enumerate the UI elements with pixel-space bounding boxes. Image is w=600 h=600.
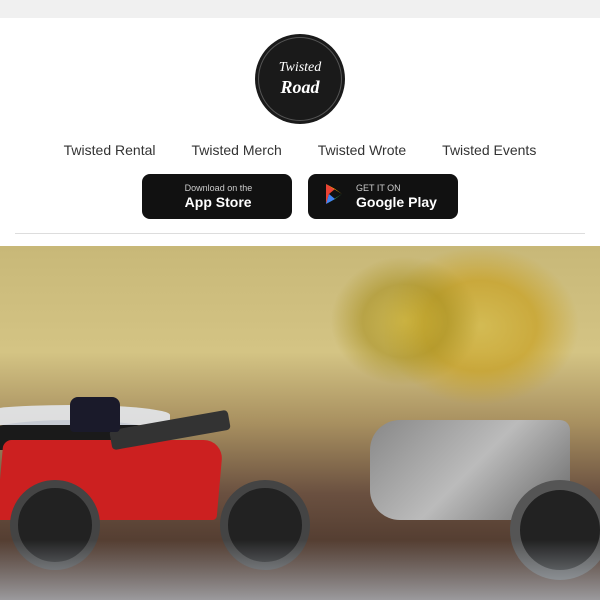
- nav-twisted-rental[interactable]: Twisted Rental: [64, 142, 156, 158]
- page-container: Twisted Road Twisted Rental Twisted Merc…: [0, 0, 600, 600]
- logo-line1: Twisted: [279, 60, 322, 77]
- app-store-text: Download on the App Store: [185, 183, 253, 211]
- google-play-small-label: GET IT ON: [356, 183, 437, 194]
- logo[interactable]: Twisted Road: [255, 34, 345, 124]
- google-play-big-label: Google Play: [356, 194, 437, 211]
- top-bar: [0, 0, 600, 18]
- glove: [70, 397, 120, 432]
- app-store-small-label: Download on the: [185, 183, 253, 194]
- app-store-big-label: App Store: [185, 194, 253, 211]
- logo-line2: Road: [279, 77, 322, 99]
- nav-twisted-merch[interactable]: Twisted Merch: [191, 142, 281, 158]
- hero-image: [0, 246, 600, 600]
- header: Twisted Road Twisted Rental Twisted Merc…: [0, 18, 600, 246]
- app-buttons:  Download on the App Store: [142, 174, 458, 219]
- logo-text: Twisted Road: [279, 60, 322, 98]
- snow-overlay: [0, 540, 600, 600]
- nav-twisted-events[interactable]: Twisted Events: [442, 142, 536, 158]
- google-play-icon: [322, 182, 346, 211]
- navigation: Twisted Rental Twisted Merch Twisted Wro…: [64, 142, 537, 158]
- google-play-text: GET IT ON Google Play: [356, 183, 437, 211]
- nav-twisted-wrote[interactable]: Twisted Wrote: [318, 142, 406, 158]
- apple-icon: : [156, 185, 175, 209]
- app-store-button[interactable]:  Download on the App Store: [142, 174, 292, 219]
- header-divider: [15, 233, 585, 234]
- google-play-button[interactable]: GET IT ON Google Play: [308, 174, 458, 219]
